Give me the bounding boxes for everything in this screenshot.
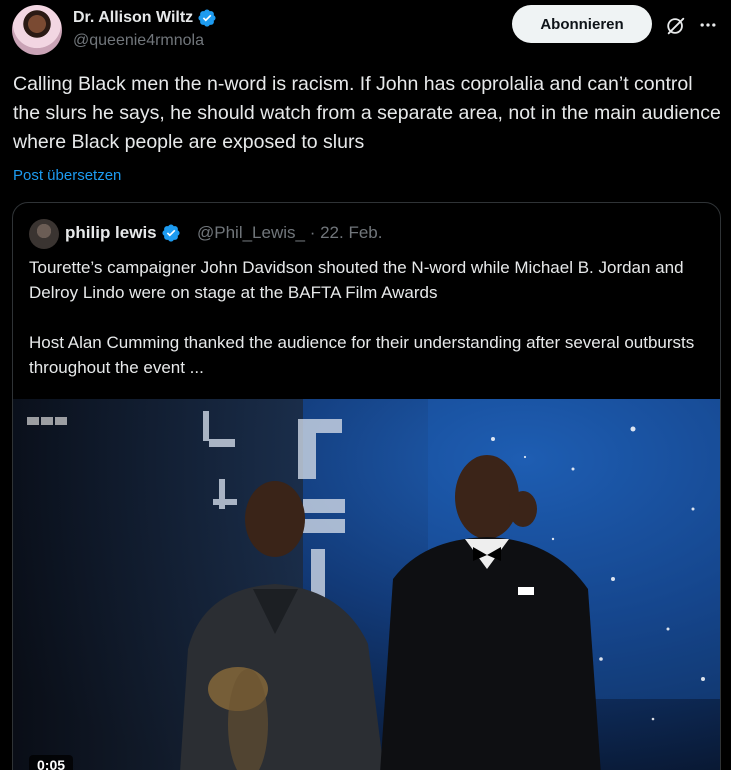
quoted-post-date[interactable]: · 22. Feb.: [310, 223, 383, 242]
video-frame: [13, 399, 720, 770]
quoted-author-avatar[interactable]: [29, 219, 59, 249]
author-avatar[interactable]: [12, 5, 62, 55]
quoted-post-text: Tourette’s campaigner John Davidson shou…: [29, 255, 714, 380]
verified-badge-icon: [162, 224, 180, 242]
quoted-author-handle[interactable]: @Phil_Lewis_: [197, 223, 305, 242]
grok-icon[interactable]: [665, 15, 687, 37]
post-header: Dr. Allison Wiltz @queenie4rmnola Abonni…: [12, 5, 722, 57]
more-options-icon[interactable]: [696, 13, 720, 37]
subscribe-button[interactable]: Abonnieren: [512, 5, 652, 43]
quoted-paragraph: Tourette’s campaigner John Davidson shou…: [29, 258, 684, 302]
translate-post-link[interactable]: Post übersetzen: [13, 167, 121, 184]
ellipsis-icon: [700, 23, 716, 27]
author-name-row[interactable]: Dr. Allison Wiltz: [73, 8, 217, 28]
post-text: Calling Black men the n-word is racism. …: [13, 73, 721, 153]
quoted-post[interactable]: philip lewis @Phil_Lewis_ · 22. Feb. Tou…: [12, 202, 721, 770]
quoted-author-name[interactable]: philip lewis: [65, 223, 157, 243]
bbc-logo: [27, 417, 67, 425]
video-duration-badge: 0:05: [29, 755, 74, 770]
author-name[interactable]: Dr. Allison Wiltz: [73, 9, 193, 27]
verified-badge-icon: [198, 9, 216, 27]
video-player[interactable]: 0:05: [13, 399, 720, 770]
quoted-author-name-row[interactable]: philip lewis: [65, 223, 181, 243]
quoted-author-meta: @Phil_Lewis_ · 22. Feb.: [197, 223, 382, 243]
quoted-paragraph: Host Alan Cumming thanked the audience f…: [29, 333, 695, 377]
author-handle[interactable]: @queenie4rmnola: [73, 32, 204, 50]
